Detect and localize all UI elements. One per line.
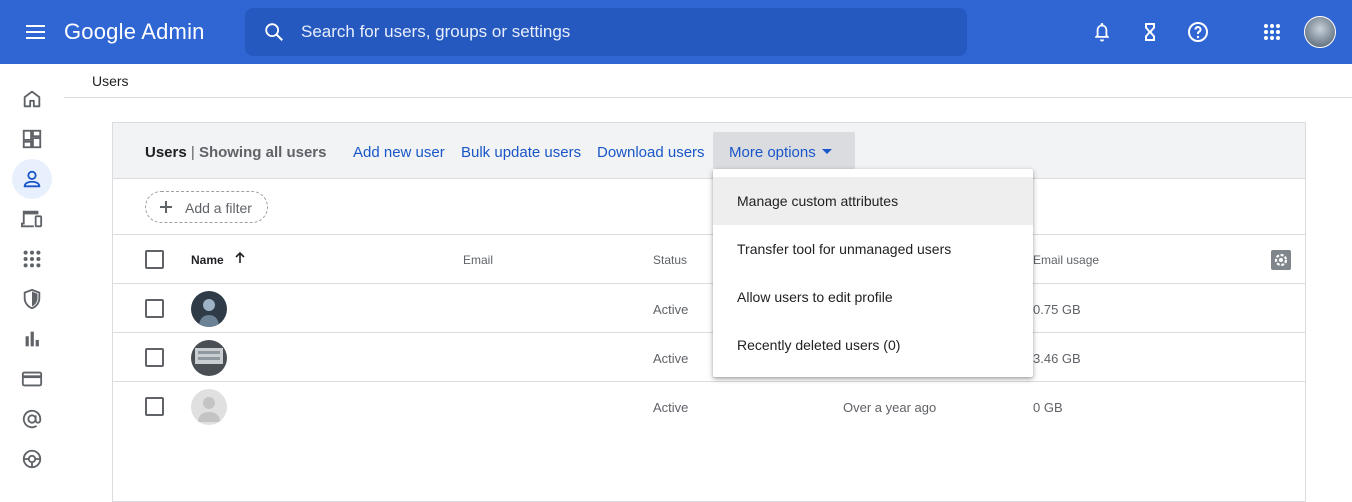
row-checkbox[interactable]	[145, 397, 164, 416]
apps-grid-icon	[1264, 24, 1280, 40]
billing-card-icon	[21, 371, 43, 387]
card-title-separator: |	[186, 144, 199, 161]
menu-item-transfer-tool[interactable]: Transfer tool for unmanaged users	[713, 225, 1033, 273]
row-checkbox[interactable]	[145, 299, 164, 318]
bulk-update-users-link[interactable]: Bulk update users	[461, 144, 581, 161]
search-input[interactable]	[301, 20, 941, 44]
help-button[interactable]	[1186, 20, 1210, 44]
sort-ascending-arrow-icon[interactable]	[233, 251, 247, 265]
download-users-link[interactable]: Download users	[597, 144, 705, 161]
notifications-button[interactable]	[1090, 20, 1114, 44]
tasks-button[interactable]	[1138, 20, 1162, 44]
nav-billing[interactable]	[12, 359, 52, 399]
gear-icon	[1274, 253, 1288, 267]
user-avatar[interactable]	[191, 389, 227, 425]
add-filter-label: Add a filter	[185, 200, 252, 216]
nav-home[interactable]	[12, 79, 52, 119]
nav-domains[interactable]	[12, 399, 52, 439]
nav-apps[interactable]	[12, 239, 52, 279]
user-email-usage: 0 GB	[1033, 400, 1063, 415]
card-title-main: Users	[145, 144, 187, 161]
nav-dashboard[interactable]	[12, 119, 52, 159]
user-email-usage: 0.75 GB	[1033, 302, 1081, 317]
table-row[interactable]: Active Over a year ago 0 GB	[113, 382, 1305, 431]
plus-icon	[160, 201, 172, 213]
default-avatar-icon	[191, 389, 227, 425]
hourglass-icon	[1145, 23, 1155, 41]
table-header: Name Email Status Email usage	[113, 235, 1305, 284]
search-bar[interactable]	[245, 8, 967, 56]
nav-reports[interactable]	[12, 319, 52, 359]
user-photo-icon	[191, 340, 227, 376]
menu-item-recently-deleted-users[interactable]: Recently deleted users (0)	[713, 321, 1033, 369]
add-filter-button[interactable]: Add a filter	[145, 191, 268, 223]
breadcrumb-users[interactable]: Users	[92, 73, 129, 89]
select-all-checkbox[interactable]	[145, 250, 164, 269]
hamburger-menu-icon	[26, 25, 45, 39]
column-settings-button[interactable]	[1271, 250, 1291, 270]
nav-security[interactable]	[12, 279, 52, 319]
users-card-header: Users | Showing all users Add new user B…	[113, 123, 1305, 179]
user-status: Active	[653, 400, 689, 415]
apps-icon	[23, 250, 41, 268]
nav-support[interactable]	[12, 439, 52, 479]
side-navigation	[0, 64, 64, 492]
support-lifebuoy-icon	[22, 449, 42, 469]
more-options-label: More options	[729, 144, 816, 161]
bell-icon	[1095, 23, 1109, 42]
card-title-subtitle: Showing all users	[198, 144, 327, 161]
card-title: Users | Showing all users	[145, 144, 326, 161]
apps-launcher-button[interactable]	[1260, 20, 1284, 44]
at-sign-icon	[22, 409, 42, 429]
search-icon	[265, 23, 283, 41]
users-icon	[23, 170, 41, 188]
dashboard-icon	[22, 129, 42, 149]
column-header-name[interactable]: Name	[191, 253, 224, 267]
column-header-email-usage[interactable]: Email usage	[1033, 253, 1099, 267]
reports-bar-chart-icon	[25, 331, 39, 347]
menu-item-manage-custom-attributes[interactable]: Manage custom attributes	[713, 177, 1033, 225]
user-email-usage: 3.46 GB	[1033, 351, 1081, 366]
breadcrumb: Users	[64, 64, 1352, 98]
user-status: Active	[653, 351, 689, 366]
security-shield-icon	[23, 288, 41, 310]
column-header-email[interactable]: Email	[463, 253, 493, 267]
row-checkbox[interactable]	[145, 348, 164, 367]
table-row[interactable]: Active 3.46 GB	[113, 333, 1305, 382]
table-row[interactable]: Active 0.75 GB	[113, 284, 1305, 333]
users-card: Users | Showing all users Add new user B…	[112, 122, 1306, 502]
user-avatar[interactable]	[191, 291, 227, 327]
top-app-bar: Google Admin	[0, 0, 1352, 64]
user-status: Active	[653, 302, 689, 317]
help-icon	[1188, 22, 1208, 42]
google-admin-logo[interactable]: Google Admin	[64, 19, 205, 45]
account-avatar[interactable]	[1304, 16, 1336, 48]
menu-item-allow-users-edit-profile[interactable]: Allow users to edit profile	[713, 273, 1033, 321]
user-last-signin: Over a year ago	[843, 400, 937, 415]
nav-users[interactable]	[12, 159, 52, 199]
filter-row: Add a filter	[113, 179, 1305, 235]
more-options-button[interactable]: More options	[713, 132, 855, 169]
main-menu-button[interactable]	[20, 20, 52, 44]
caret-down-icon	[822, 149, 832, 154]
column-header-status[interactable]: Status	[653, 253, 687, 267]
more-options-menu: Manage custom attributes Transfer tool f…	[713, 169, 1033, 377]
home-icon	[23, 90, 41, 108]
devices-icon	[21, 210, 43, 228]
nav-devices[interactable]	[12, 199, 52, 239]
user-photo-icon	[191, 291, 227, 327]
add-new-user-link[interactable]: Add new user	[353, 144, 445, 161]
user-avatar[interactable]	[191, 340, 227, 376]
